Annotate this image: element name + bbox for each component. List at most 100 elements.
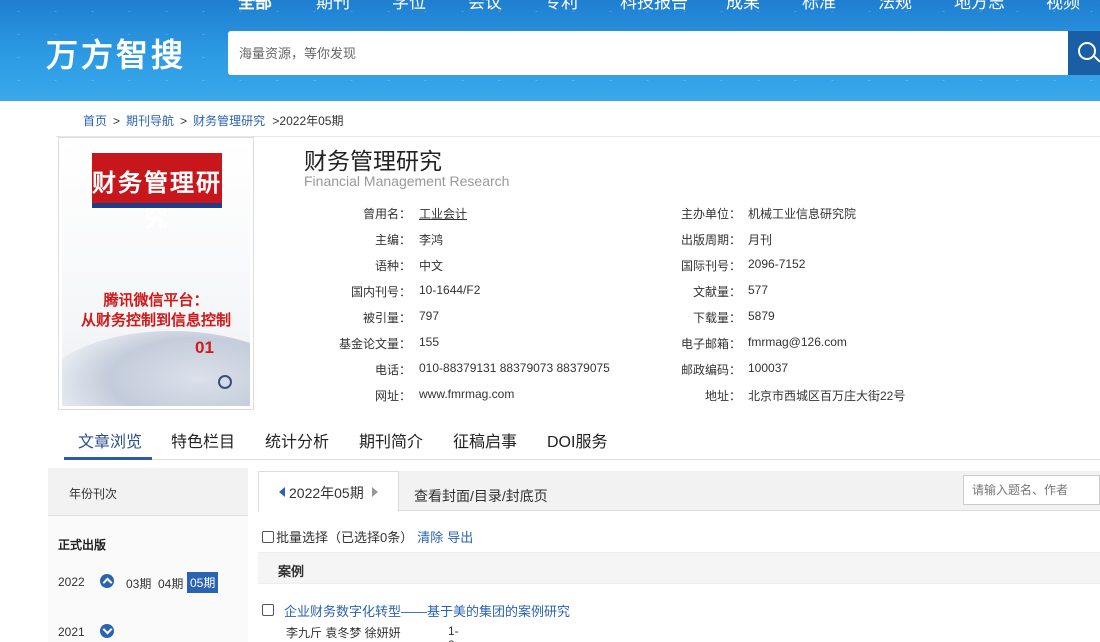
- expand-year-icon[interactable]: [100, 624, 114, 638]
- clear-selection-link[interactable]: 清除: [417, 530, 443, 545]
- tab-doi-service[interactable]: DOI服务: [547, 428, 607, 452]
- nav-item-law[interactable]: 法规: [878, 0, 912, 13]
- breadcrumb-sep: >: [180, 114, 188, 128]
- batch-select-checkbox[interactable]: [262, 531, 274, 543]
- batch-select-label: 批量选择（已选择0条）: [276, 530, 414, 545]
- field-label-cn: 国内刊号：: [350, 285, 411, 299]
- nav-item-tech-report[interactable]: 科技报告: [620, 0, 688, 13]
- field-label-phone: 电话：: [374, 363, 411, 377]
- field-label-former-name: 曾用名：: [362, 207, 411, 221]
- nav-item-standard[interactable]: 标准: [802, 0, 836, 13]
- main-search-input[interactable]: [228, 31, 1070, 75]
- field-value-issn: 2096-7152: [748, 257, 806, 271]
- tab-article-browse[interactable]: 文章浏览: [78, 428, 142, 452]
- field-label-website: 网址：: [374, 389, 411, 403]
- breadcrumb-home[interactable]: 首页: [83, 114, 107, 128]
- cover-swirl: [62, 331, 250, 406]
- export-link[interactable]: 导出: [447, 530, 473, 545]
- field-label-editor: 主编：: [374, 233, 411, 247]
- field-label-language: 语种：: [374, 259, 411, 273]
- next-issue-icon[interactable]: [372, 487, 378, 497]
- sidebar-header: 年份刊次: [48, 468, 248, 516]
- nav-item-video[interactable]: 视频: [1046, 0, 1080, 13]
- field-value-address: 北京市西城区百万庄大街22号: [748, 389, 906, 403]
- nav-item-journals[interactable]: 期刊: [316, 0, 350, 13]
- article-pages: 1-8: [448, 624, 459, 642]
- tab-journal-intro[interactable]: 期刊简介: [359, 428, 423, 452]
- column-name: 案例: [278, 564, 305, 579]
- field-label-postcode: 邮政编码：: [680, 363, 741, 377]
- journal-cover[interactable]: 财务管理研究 腾讯微信平台： 从财务控制到信息控制 01: [58, 137, 254, 410]
- cover-stripe: [92, 203, 222, 208]
- year-2021-label[interactable]: 2021: [58, 625, 85, 639]
- article-authors[interactable]: 李九斤 袁冬梦 徐妍妍: [286, 624, 401, 641]
- cover-headline-2: 从财务控制到信息控制: [80, 311, 231, 329]
- field-value-downloads: 5879: [748, 309, 775, 323]
- field-value-cn: 10-1644/F2: [419, 283, 481, 297]
- search-icon-handle: [1093, 55, 1100, 63]
- journal-title-en: Financial Management Research: [304, 173, 510, 189]
- breadcrumb-current: >2022年05期: [272, 114, 344, 128]
- active-tab-indicator: [64, 457, 152, 460]
- cover-issue-number: 01: [195, 338, 214, 357]
- nav-item-degree[interactable]: 学位: [392, 0, 426, 13]
- sidebar-header-label: 年份刊次: [69, 487, 118, 501]
- field-label-citations: 被引量：: [362, 311, 411, 325]
- field-value-doc-count: 577: [748, 283, 769, 297]
- issue-04[interactable]: 04期: [158, 575, 183, 592]
- field-label-email: 电子邮箱：: [680, 337, 741, 351]
- tab-statistics[interactable]: 统计分析: [265, 428, 329, 452]
- article-search-input[interactable]: [964, 476, 1099, 504]
- cover-title-art: 财务管理研究: [92, 168, 222, 232]
- article-title-link[interactable]: 企业财务数字化转型——基于美的集团的案例研究: [284, 601, 570, 620]
- article-search-box[interactable]: [963, 475, 1100, 505]
- issue-05-selected[interactable]: 05期: [187, 572, 219, 593]
- tab-featured-columns[interactable]: 特色栏目: [171, 428, 235, 452]
- field-label-downloads: 下载量：: [692, 311, 741, 325]
- site-logo[interactable]: 万方智搜: [46, 30, 186, 76]
- cover-image: 财务管理研究 腾讯微信平台： 从财务控制到信息控制 01: [62, 141, 250, 406]
- field-value-website[interactable]: www.fmrmag.com: [419, 387, 514, 401]
- field-value-phone: 010-88379131 88379073 88379075: [419, 361, 610, 375]
- field-value-language: 中文: [419, 259, 444, 273]
- nav-item-local-chronicle[interactable]: 地方志: [954, 0, 1005, 13]
- batch-select-bar: 批量选择（已选择0条） 清除 导出: [262, 527, 473, 546]
- nav-item-conference[interactable]: 会议: [468, 0, 502, 13]
- breadcrumb: 首页 > 期刊导航 > 财务管理研究 >2022年05期: [83, 112, 343, 129]
- field-label-issn: 国际刊号：: [680, 259, 741, 273]
- field-value-funded: 155: [419, 335, 440, 349]
- top-nav: 全部 期刊 学位 会议 专利 科技报告 成果 标准 法规 地方志 视频: [0, 0, 1100, 12]
- field-value-email: fmrmag@126.com: [748, 335, 847, 349]
- nav-item-all[interactable]: 全部: [238, 0, 272, 13]
- field-label-doc-count: 文献量：: [692, 285, 741, 299]
- prev-issue-icon[interactable]: [279, 487, 285, 497]
- cover-headline-1: 腾讯微信平台：: [103, 291, 209, 309]
- nav-item-achievement[interactable]: 成果: [726, 0, 760, 13]
- main-search-button[interactable]: [1068, 31, 1100, 75]
- field-value-sponsor: 机械工业信息研究院: [748, 207, 857, 221]
- tab-call-for-papers[interactable]: 征稿启事: [453, 428, 517, 452]
- main-search-box[interactable]: [228, 31, 1070, 75]
- breadcrumb-journal-nav[interactable]: 期刊导航: [126, 114, 174, 128]
- field-label-frequency: 出版周期：: [680, 233, 741, 247]
- view-cover-toc-link[interactable]: 查看封面/目录/封底页: [414, 486, 548, 506]
- journal-title: 财务管理研究: [304, 148, 442, 174]
- breadcrumb-sep: >: [113, 114, 121, 128]
- field-value-editor: 李鸿: [419, 233, 444, 247]
- field-label-address: 地址：: [704, 389, 741, 403]
- year-2022-label[interactable]: 2022: [58, 575, 85, 589]
- collapse-year-icon[interactable]: [100, 574, 114, 588]
- field-label-sponsor: 主办单位：: [680, 207, 741, 221]
- field-value-citations: 797: [419, 309, 440, 323]
- issue-switcher: 2022年05期: [258, 471, 399, 512]
- nav-item-patent[interactable]: 专利: [544, 0, 578, 13]
- cover-badge-icon: [218, 375, 232, 389]
- current-issue-label: 2022年05期: [289, 485, 364, 501]
- article-checkbox[interactable]: [262, 604, 274, 616]
- field-value-frequency: 月刊: [748, 233, 773, 247]
- field-value-former-name[interactable]: 工业会计: [419, 205, 467, 222]
- issue-03[interactable]: 03期: [126, 575, 151, 592]
- field-label-funded: 基金论文量：: [338, 337, 411, 351]
- journal-tabs: 文章浏览 特色栏目 统计分析 期刊简介 征稿启事 DOI服务: [64, 424, 1100, 460]
- breadcrumb-journal[interactable]: 财务管理研究: [193, 114, 265, 128]
